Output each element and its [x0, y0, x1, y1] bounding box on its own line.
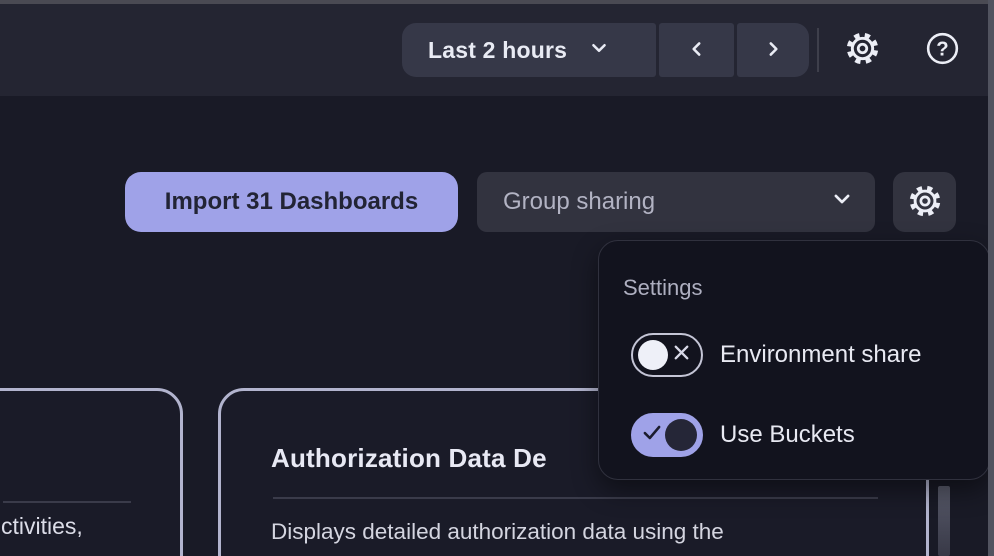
screen: Last 2 hours ? Import 31 Dashboards Grou…	[0, 0, 994, 556]
top-bar: Last 2 hours ?	[0, 0, 994, 96]
question-circle-icon: ?	[924, 30, 961, 70]
window-scrollbar[interactable]	[988, 0, 994, 556]
check-icon	[641, 422, 663, 449]
gear-icon	[844, 30, 881, 70]
import-dashboards-button[interactable]: Import 31 Dashboards	[125, 172, 458, 232]
toggle-row-use-buckets: Use Buckets	[631, 413, 855, 457]
card-description: Displays detailed authorization data usi…	[271, 519, 724, 544]
svg-text:?: ?	[936, 38, 948, 60]
group-sharing-value: Group sharing	[503, 188, 656, 215]
time-range-label: Last 2 hours	[428, 36, 568, 63]
help-button[interactable]: ?	[922, 30, 962, 70]
time-range-forward-button[interactable]	[737, 23, 809, 77]
chevron-down-icon	[589, 37, 609, 64]
chevron-down-icon	[831, 188, 853, 217]
environment-share-toggle[interactable]	[631, 333, 703, 377]
toggle-label: Use Buckets	[720, 421, 855, 448]
window-top-edge	[0, 0, 994, 4]
use-buckets-toggle[interactable]	[631, 413, 703, 457]
settings-popover-title: Settings	[623, 275, 703, 300]
time-range-group: Last 2 hours	[402, 23, 809, 77]
sharing-settings-gear-button[interactable]	[893, 172, 956, 232]
card-title-divider	[273, 497, 878, 499]
topbar-divider	[817, 28, 819, 72]
chevron-left-icon	[687, 39, 707, 62]
card-description: ctivities,	[1, 513, 83, 539]
time-range-back-button[interactable]	[659, 23, 734, 77]
settings-popover: Settings Environment share Use Buckets	[598, 240, 990, 480]
gear-icon	[907, 183, 943, 222]
x-icon	[671, 342, 692, 368]
dashboard-card[interactable]: ctivities,	[0, 388, 183, 556]
toggle-label: Environment share	[720, 341, 922, 368]
card-title: Authorization Data De	[271, 443, 547, 473]
time-range-button[interactable]: Last 2 hours	[402, 23, 656, 77]
toggle-row-environment-share: Environment share	[631, 333, 921, 377]
chevron-right-icon	[763, 39, 783, 62]
card-title-divider	[3, 501, 131, 503]
toggle-knob	[665, 419, 697, 451]
toggle-knob	[638, 340, 668, 370]
dashboard-settings-button[interactable]	[842, 30, 882, 70]
group-sharing-select[interactable]: Group sharing	[477, 172, 875, 232]
cards-scrollbar-thumb[interactable]	[938, 486, 950, 556]
